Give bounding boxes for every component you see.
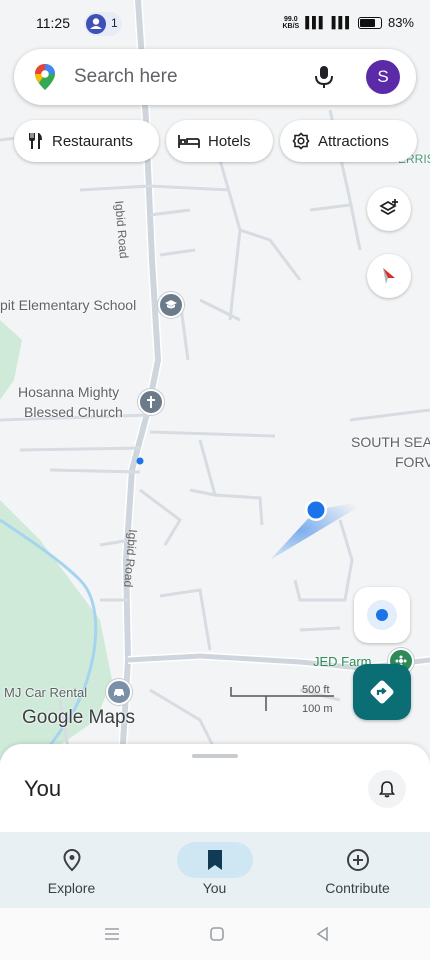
network-speed: 99.0 KB/S — [282, 16, 299, 30]
nav-you-label: You — [202, 880, 227, 896]
layers-icon — [379, 199, 398, 215]
status-indicators: 99.0 KB/S ▌▌▌ ▌▌▌ 83% — [282, 15, 414, 30]
directions-button[interactable] — [353, 664, 411, 720]
directions-icon — [370, 680, 394, 704]
chip-hotels[interactable]: Hotels — [166, 120, 273, 162]
chip-restaurants[interactable]: Restaurants — [14, 120, 159, 162]
map-canvas[interactable] — [0, 0, 430, 760]
system-navigation-bar — [0, 908, 430, 960]
scale-feet: 500 ft — [302, 684, 330, 696]
battery-icon — [357, 16, 382, 29]
google-maps-logo: Google Maps — [22, 707, 136, 728]
church-poi-icon[interactable] — [138, 389, 164, 415]
people-count: 1 — [111, 16, 118, 30]
search-placeholder[interactable]: Search here — [74, 66, 178, 88]
sheet-drag-handle[interactable] — [192, 754, 238, 758]
car-rental-poi-icon[interactable] — [106, 679, 132, 705]
person-icon — [86, 14, 106, 34]
location-pin-icon — [34, 842, 110, 878]
notifications-button[interactable] — [368, 770, 406, 808]
sheet-title: You — [24, 776, 62, 801]
nav-contribute-label: Contribute — [325, 880, 390, 896]
bookmark-icon — [176, 842, 253, 878]
bottom-navigation: Explore You Contribute — [0, 832, 430, 908]
compass-button[interactable] — [367, 254, 411, 298]
my-location-icon — [367, 600, 397, 630]
school-poi-icon[interactable] — [158, 292, 184, 318]
nav-explore[interactable]: Explore — [0, 832, 143, 908]
chip-hotels-label: Hotels — [208, 132, 251, 150]
nav-explore-label: Explore — [47, 880, 96, 896]
bed-icon — [178, 135, 200, 148]
nav-contribute[interactable]: Contribute — [286, 832, 429, 908]
compass-icon — [383, 268, 395, 284]
map-label-south-sea-line2: FORV — [395, 454, 430, 470]
account-avatar[interactable]: S — [366, 60, 400, 94]
search-bar[interactable]: Search here S — [14, 49, 416, 105]
battery-percent: 83% — [387, 15, 414, 30]
map-label-south-sea-line1: SOUTH SEA — [351, 434, 430, 450]
signal-icon: ▌▌▌ — [305, 16, 326, 29]
chip-attractions[interactable]: Attractions — [280, 120, 417, 162]
bottom-sheet[interactable]: You — [0, 744, 430, 832]
map-label-school: pit Elementary School — [0, 297, 137, 313]
camera-icon — [292, 132, 310, 150]
bell-icon — [378, 781, 396, 798]
nav-you[interactable]: You — [143, 832, 286, 908]
chip-restaurants-label: Restaurants — [52, 132, 133, 150]
home-icon[interactable] — [205, 922, 229, 946]
fork-knife-icon — [29, 133, 42, 149]
menu-icon[interactable] — [100, 922, 124, 946]
my-location-button[interactable] — [354, 587, 410, 643]
back-icon[interactable] — [311, 922, 335, 946]
people-notification: 1 — [84, 12, 122, 36]
map-scale: 500 ft 100 m — [230, 684, 336, 716]
map-label-church-line1: Hosanna Mighty — [18, 384, 120, 400]
scale-meters: 100 m — [302, 703, 333, 715]
network-speed-unit: KB/S — [282, 22, 300, 30]
wifi-signal-icon: ▌▌▌ — [331, 16, 353, 29]
map-label-mj-car-rental: MJ Car Rental — [4, 685, 88, 700]
layers-button[interactable] — [367, 187, 411, 231]
status-bar: 11:25 1 99.0 KB/S ▌▌▌ ▌▌▌ 83% — [0, 0, 430, 46]
add-circle-icon — [320, 842, 396, 878]
network-speed-value: 99.0 — [284, 15, 298, 23]
map-label-church-line2: Blessed Church — [24, 404, 123, 420]
google-maps-pin-icon — [34, 63, 56, 96]
microphone-icon[interactable] — [312, 64, 336, 95]
status-time: 11:25 — [36, 15, 70, 31]
chip-attractions-label: Attractions — [318, 132, 389, 150]
